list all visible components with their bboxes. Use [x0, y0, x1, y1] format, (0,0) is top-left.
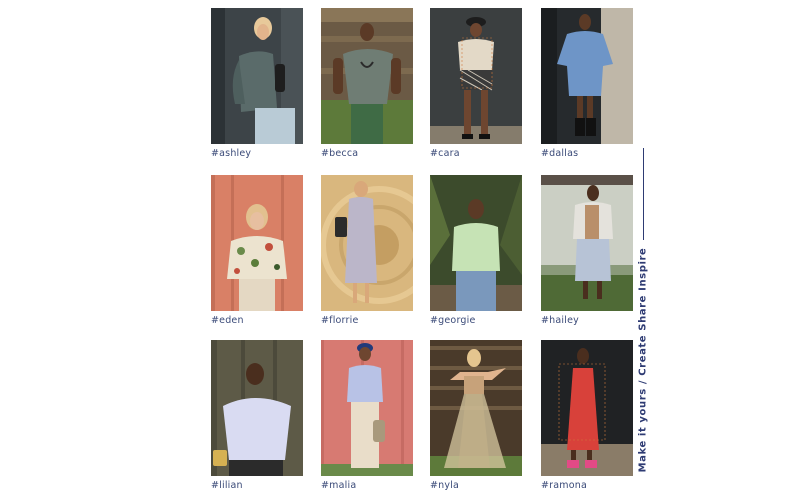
look-photo[interactable] — [321, 8, 413, 144]
look-tag[interactable]: #lilian — [211, 480, 303, 491]
look-card-dallas[interactable]: #dallas — [541, 8, 633, 159]
look-photo[interactable] — [541, 340, 633, 476]
look-photo[interactable] — [321, 175, 413, 311]
look-card-cara[interactable]: #cara — [430, 8, 522, 159]
lookbook-page: #ashley #becca #cara #dallas #eden #flor… — [0, 0, 800, 500]
look-tag[interactable]: #nyla — [430, 480, 522, 491]
look-photo[interactable] — [211, 175, 303, 311]
look-photo[interactable] — [541, 175, 633, 311]
side-divider — [643, 148, 644, 240]
look-card-malia[interactable]: #malia — [321, 340, 413, 491]
look-card-eden[interactable]: #eden — [211, 175, 303, 326]
side-tagline: Make it yours / Create Share Inspire — [637, 247, 649, 473]
look-tag[interactable]: #eden — [211, 315, 303, 326]
look-tag[interactable]: #hailey — [541, 315, 633, 326]
look-card-becca[interactable]: #becca — [321, 8, 413, 159]
look-card-hailey[interactable]: #hailey — [541, 175, 633, 326]
look-tag[interactable]: #ramona — [541, 480, 633, 491]
look-photo[interactable] — [211, 8, 303, 144]
look-tag[interactable]: #cara — [430, 148, 522, 159]
look-photo[interactable] — [430, 340, 522, 476]
look-photo[interactable] — [541, 8, 633, 144]
look-card-lilian[interactable]: #lilian — [211, 340, 303, 491]
look-tag[interactable]: #becca — [321, 148, 413, 159]
look-tag[interactable]: #malia — [321, 480, 413, 491]
look-tag[interactable]: #florrie — [321, 315, 413, 326]
look-card-ashley[interactable]: #ashley — [211, 8, 303, 159]
look-card-georgie[interactable]: #georgie — [430, 175, 522, 326]
look-card-nyla[interactable]: #nyla — [430, 340, 522, 491]
look-photo[interactable] — [430, 8, 522, 144]
look-tag[interactable]: #ashley — [211, 148, 303, 159]
look-tag[interactable]: #dallas — [541, 148, 633, 159]
look-photo[interactable] — [321, 340, 413, 476]
look-card-florrie[interactable]: #florrie — [321, 175, 413, 326]
look-tag[interactable]: #georgie — [430, 315, 522, 326]
look-photo[interactable] — [430, 175, 522, 311]
look-card-ramona[interactable]: #ramona — [541, 340, 633, 491]
look-photo[interactable] — [211, 340, 303, 476]
